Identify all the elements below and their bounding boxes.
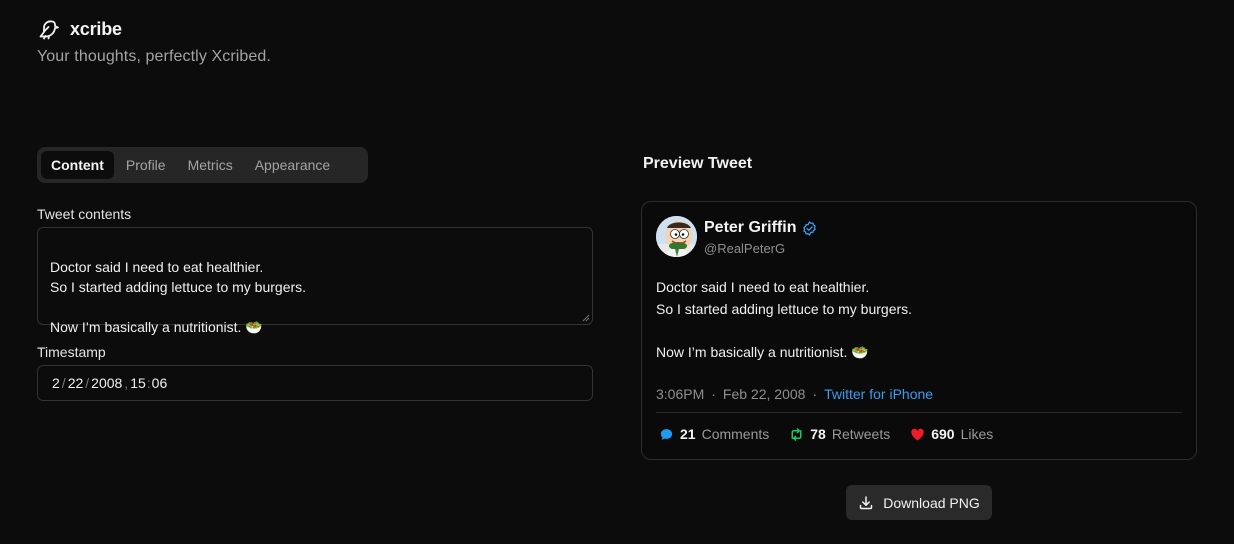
heart-icon <box>911 428 924 440</box>
tweet-body: Doctor said I need to eat healthier. So … <box>656 279 913 360</box>
display-name: Peter Griffin <box>704 219 817 237</box>
tweet-contents-input[interactable]: Doctor said I need to eat healthier. So … <box>37 227 593 335</box>
tweet-metrics: 21 Comments 78 Retweets 690 Likes <box>659 426 993 442</box>
tweet-meta: 3:06PM · Feb 22, 2008 · Twitter for iPho… <box>656 386 933 402</box>
editor-tabs: Content Profile Metrics Appearance <box>37 147 368 183</box>
brand: xcribe <box>37 17 122 41</box>
timestamp-label: Timestamp <box>37 344 106 360</box>
tab-appearance[interactable]: Appearance <box>245 151 341 179</box>
user-handle: @RealPeterG <box>704 241 786 256</box>
avatar-image <box>656 216 697 257</box>
bird-icon <box>39 20 59 40</box>
likes-label: Likes <box>960 426 994 442</box>
date-separator: / <box>61 375 66 391</box>
tab-content[interactable]: Content <box>41 151 114 179</box>
tweet-contents-label: Tweet contents <box>37 206 132 222</box>
retweets-count: 78 <box>810 426 826 442</box>
timestamp-hour[interactable]: 15 <box>130 375 146 391</box>
date-separator: / <box>85 375 90 391</box>
tweet-date: Feb 22, 2008 <box>722 386 806 402</box>
tab-profile[interactable]: Profile <box>116 151 176 179</box>
retweets-stat: 78 Retweets <box>789 426 890 442</box>
timestamp-minute[interactable]: 06 <box>152 375 168 391</box>
comments-count: 21 <box>680 426 696 442</box>
preview-title: Preview Tweet <box>643 155 753 172</box>
tab-metrics[interactable]: Metrics <box>178 151 243 179</box>
retweet-icon <box>791 427 802 441</box>
tweet-time: 3:06PM <box>656 386 705 402</box>
timestamp-day[interactable]: 22 <box>68 375 84 391</box>
retweets-label: Retweets <box>831 426 891 442</box>
avatar <box>656 216 697 257</box>
app-name: xcribe <box>70 18 122 39</box>
meta-separator: · <box>711 386 716 402</box>
timestamp-month[interactable]: 2 <box>52 375 60 391</box>
timestamp-input[interactable]: 2 / 22 / 2008 , 15 : 06 <box>37 365 593 401</box>
tagline: Your thoughts, perfectly Xcribed. <box>37 48 271 65</box>
verified-badge-icon <box>803 220 817 236</box>
likes-stat: 690 Likes <box>910 426 993 442</box>
time-separator: : <box>146 375 151 391</box>
likes-count: 690 <box>931 426 955 442</box>
divider <box>656 412 1182 413</box>
timestamp-year[interactable]: 2008 <box>91 375 122 391</box>
meta-separator: · <box>812 386 818 402</box>
speech-bubble-icon <box>660 428 673 440</box>
comments-stat: 21 Comments <box>659 426 769 442</box>
tweet-preview-card: Peter Griffin @RealPeterG Doctor said I … <box>641 201 1197 460</box>
tweet-contents-value: Doctor said I need to eat healthier. So … <box>50 259 307 335</box>
resize-handle-icon[interactable] <box>582 314 590 322</box>
download-png-label: Download PNG <box>883 494 980 511</box>
display-name-text: Peter Griffin <box>704 219 797 236</box>
tweet-source-link[interactable]: Twitter for iPhone <box>824 386 933 402</box>
download-icon <box>860 495 873 509</box>
date-time-separator: , <box>124 375 129 391</box>
download-png-button[interactable]: Download PNG <box>846 485 992 520</box>
comments-label: Comments <box>701 426 770 442</box>
